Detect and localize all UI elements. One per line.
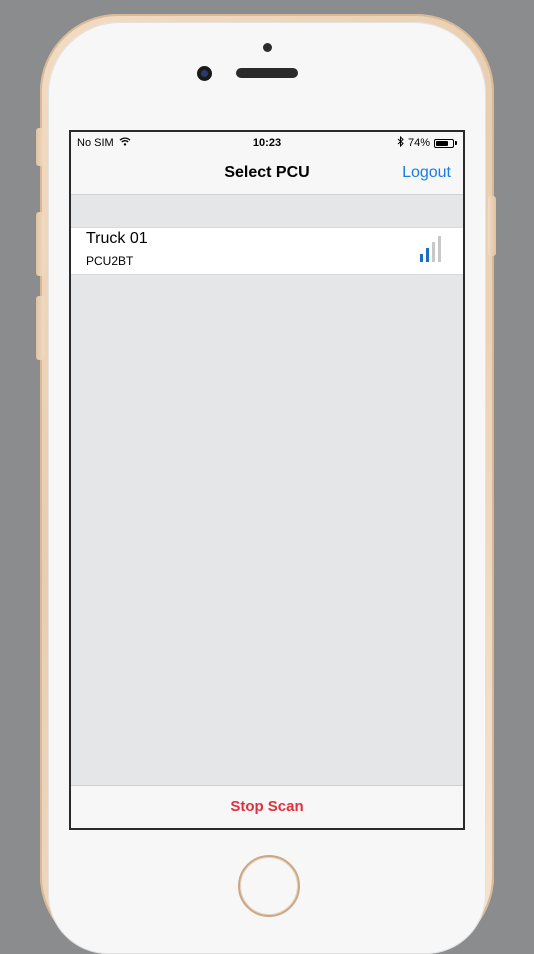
power-button <box>488 196 496 256</box>
battery-tip <box>455 141 457 145</box>
device-row[interactable]: Truck 01 PCU2BT <box>71 227 463 275</box>
volume-up-button <box>36 212 44 276</box>
stop-scan-button[interactable]: Stop Scan <box>71 798 463 815</box>
device-model: PCU2BT <box>86 254 134 268</box>
logout-button[interactable]: Logout <box>402 164 451 182</box>
proximity-sensor <box>263 43 272 52</box>
signal-bar <box>432 242 435 262</box>
status-bar: No SIM 10:23 74% <box>71 132 463 154</box>
navigation-bar: Select PCU Logout <box>71 154 463 195</box>
signal-bar <box>438 236 441 262</box>
signal-bar <box>426 248 429 262</box>
front-camera <box>197 66 212 81</box>
app-screen: No SIM 10:23 74% Select PCU Logout Truck… <box>69 130 465 830</box>
bottom-toolbar: Stop Scan <box>71 785 463 828</box>
bluetooth-icon <box>397 135 404 150</box>
earpiece-speaker <box>236 68 298 78</box>
signal-strength-icon <box>420 236 441 262</box>
signal-bar <box>420 254 423 262</box>
battery-percent: 74% <box>407 137 430 149</box>
home-button[interactable] <box>238 855 300 917</box>
mute-switch <box>36 128 44 166</box>
status-right: 74% <box>397 135 457 150</box>
device-name: Truck 01 <box>86 230 148 247</box>
volume-down-button <box>36 296 44 360</box>
battery-icon <box>434 138 454 148</box>
